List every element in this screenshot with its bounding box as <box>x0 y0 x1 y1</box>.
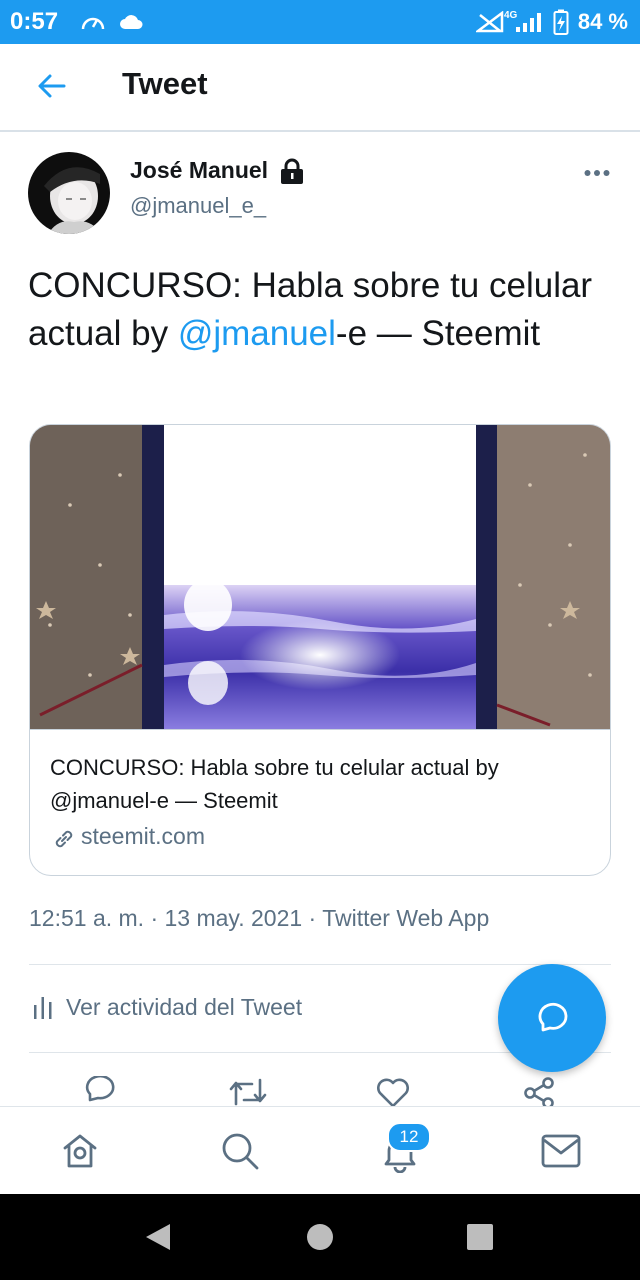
card-domain: steemit.com <box>81 823 205 849</box>
no-signal-icon <box>476 11 504 33</box>
nav-home-icon[interactable] <box>306 1223 334 1251</box>
view-tweet-activity[interactable]: Ver actividad del Tweet <box>66 994 302 1021</box>
tweet-timestamp: 12:51 a. m. · 13 may. 2021 · Twitter Web… <box>29 905 490 931</box>
more-options-icon[interactable] <box>584 169 610 177</box>
system-navigation-bar <box>0 1194 640 1280</box>
mention-link[interactable]: @jmanuel <box>178 314 336 353</box>
link-icon <box>55 830 73 848</box>
nav-recents-icon[interactable] <box>466 1223 494 1251</box>
tweet-text-part: -e — Steemit <box>335 314 541 353</box>
search-icon[interactable] <box>220 1131 260 1171</box>
activity-bars-icon <box>34 997 52 1019</box>
tweet-text: CONCURSO: Habla sobre tu celular actual … <box>28 262 618 358</box>
compose-reply-button[interactable] <box>498 964 606 1072</box>
page-title: Tweet <box>122 66 208 101</box>
share-icon[interactable] <box>522 1076 556 1106</box>
notifications-badge: 12 <box>387 1122 431 1152</box>
messages-icon[interactable] <box>541 1134 581 1168</box>
card-image <box>30 425 610 729</box>
signal-icon <box>516 13 541 32</box>
nav-back-icon[interactable] <box>144 1222 172 1252</box>
top-app-bar: Tweet <box>0 44 640 132</box>
retweet-icon[interactable] <box>228 1078 268 1106</box>
card-divider <box>30 729 610 730</box>
author-name[interactable]: José Manuel <box>130 157 268 184</box>
link-card[interactable]: CONCURSO: Habla sobre tu celular actual … <box>29 424 611 876</box>
status-bar: 0:57 4G 84 % <box>0 0 640 44</box>
author-handle[interactable]: @jmanuel_e_ <box>130 193 266 219</box>
battery-level: 84 % <box>577 9 628 34</box>
compose-icon <box>538 1002 568 1032</box>
avatar-image <box>28 152 110 234</box>
card-title: CONCURSO: Habla sobre tu celular actual … <box>50 755 499 813</box>
home-icon[interactable] <box>60 1131 100 1171</box>
cloud-icon <box>120 15 143 29</box>
divider <box>29 964 611 965</box>
reply-icon[interactable] <box>84 1076 118 1106</box>
like-icon[interactable] <box>376 1078 410 1106</box>
battery-charging-icon <box>553 9 569 35</box>
avatar[interactable] <box>28 152 110 234</box>
speed-icon <box>81 17 105 30</box>
lock-icon <box>281 158 303 184</box>
status-time: 0:57 <box>10 8 59 35</box>
back-arrow-icon[interactable] <box>36 71 68 101</box>
